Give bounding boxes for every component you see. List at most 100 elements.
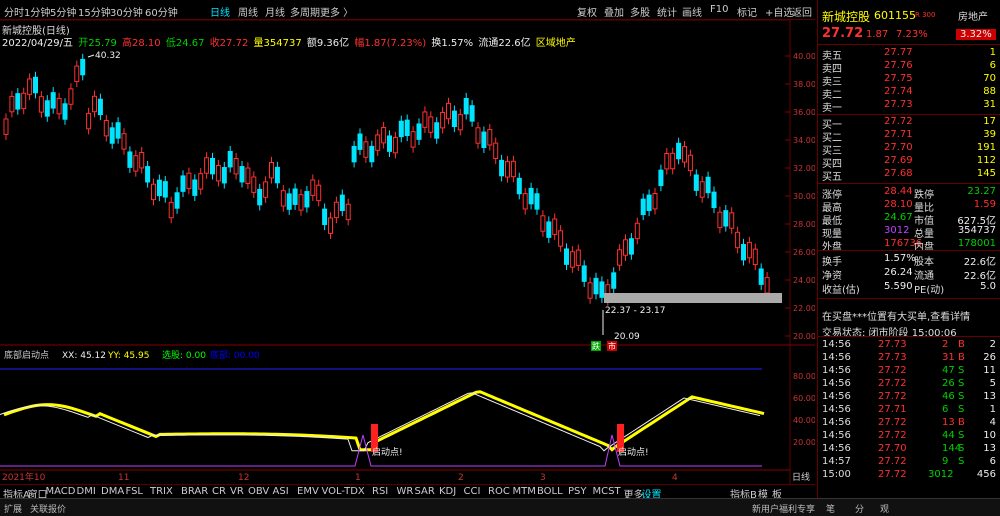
kline-chart[interactable]: 40.00 38.00 36.00 34.00 32.00 30.00 28.00 26.00…	[0, 0, 815, 484]
sell-price: 27.74	[884, 86, 913, 97]
indicator-xx: XX: 45.12	[62, 351, 106, 361]
tick-price: 27.72	[878, 391, 907, 402]
date-label[interactable]: 日线	[792, 471, 810, 483]
candle	[292, 188, 298, 205]
candle	[298, 194, 304, 211]
candle	[151, 183, 156, 201]
tick-price: 27.72	[878, 456, 907, 467]
candle	[587, 282, 593, 299]
candle	[499, 159, 505, 177]
candle	[74, 65, 80, 82]
status-item-1[interactable]: 关联报价	[30, 502, 66, 515]
date-label: 2021年10	[2, 471, 46, 483]
candle	[652, 192, 658, 210]
candle	[699, 181, 705, 198]
indicator-tab-23[interactable]: MCST	[593, 486, 621, 497]
status-bar: 扩展 关联报价 新用户福利专享笔 分 观	[0, 498, 1000, 516]
indicator-tab-15[interactable]: WR	[397, 486, 414, 497]
candle	[434, 122, 440, 139]
separator-5	[818, 298, 1000, 299]
indicator-tab-12[interactable]: EMV	[297, 486, 319, 497]
indicator-tab-3[interactable]: DMI	[77, 486, 96, 497]
indicator-tab-17[interactable]: KDJ	[439, 486, 456, 497]
indicator-tab-20[interactable]: MTM	[513, 486, 536, 497]
date-label: 2	[458, 473, 464, 483]
candle	[156, 179, 162, 197]
last-price: 27.72	[822, 26, 864, 41]
indicator-tab-16[interactable]: SAR	[415, 486, 435, 497]
indicator-tab-2[interactable]: MACD	[46, 486, 76, 497]
candle	[664, 152, 670, 170]
tick-count: 10	[983, 430, 996, 441]
indicator-tab-21[interactable]: BOLL	[537, 486, 563, 497]
candle	[398, 120, 404, 138]
tick-time: 14:56	[822, 339, 851, 350]
high-marker-line	[87, 54, 95, 58]
candle	[446, 102, 451, 120]
tick-volume: 3012	[928, 469, 954, 480]
status-item-3[interactable]: 笔	[826, 502, 835, 515]
signal-label-2: 启动点!	[618, 446, 649, 458]
candle	[670, 152, 676, 170]
candle	[711, 191, 717, 209]
tick-direction: S	[958, 430, 965, 441]
indicator-tab-14[interactable]: RSI	[372, 486, 388, 497]
candle	[339, 194, 345, 212]
stat2-value: 22.6亿	[963, 257, 996, 268]
sell-price: 27.73	[884, 99, 913, 110]
indicator-tab-22[interactable]: PSY	[568, 486, 587, 497]
indicator-tab-4[interactable]: DMA	[101, 486, 124, 497]
indicator-tab-7[interactable]: BRAR	[181, 486, 208, 497]
tick-count: 2	[989, 339, 996, 350]
big-order-notice[interactable]: 在买盘***位置有大买单,查看详情	[822, 308, 970, 323]
candle	[44, 100, 50, 117]
indicator-tab-9[interactable]: VR	[230, 486, 244, 497]
tick-time: 14:56	[822, 443, 851, 454]
buy-price: 27.70	[884, 142, 913, 153]
tick-direction: B	[958, 339, 965, 350]
stock-flag: R 300	[915, 11, 936, 19]
tick-volume: 31	[942, 352, 955, 363]
indicator-tab-8[interactable]: CR	[212, 486, 226, 497]
candle	[274, 166, 280, 184]
stat2-label: 收益(估)	[822, 285, 860, 296]
stat2-value: 26.24	[884, 267, 913, 278]
tick-direction: S	[958, 365, 965, 376]
status-item-0[interactable]: 扩展	[4, 502, 22, 515]
tick-direction: S	[958, 391, 965, 402]
candle	[121, 133, 127, 150]
candle	[233, 158, 239, 175]
sell-label: 卖一	[822, 103, 842, 114]
indicator-tab-18[interactable]: CCI	[464, 486, 481, 497]
candle	[593, 277, 599, 295]
indicator-tab-5[interactable]: FSL	[126, 486, 144, 497]
sell-price: 27.76	[884, 60, 913, 71]
indicator-axis-label: 40.00	[793, 416, 815, 425]
tick-price: 27.72	[878, 430, 907, 441]
candle	[133, 155, 139, 172]
indicator-tab-19[interactable]: ROC	[488, 486, 510, 497]
candle	[617, 249, 623, 266]
candle	[676, 142, 682, 160]
candle	[758, 268, 764, 285]
candle	[198, 173, 204, 190]
tick-count: 456	[976, 469, 996, 480]
candle	[552, 218, 558, 235]
candle	[56, 97, 62, 115]
status-item-2[interactable]: 新用户福利专享	[752, 502, 815, 515]
indicator-tab-6[interactable]: TRIX	[150, 486, 173, 497]
tick-volume: 44	[942, 430, 955, 441]
indicator-tab-13[interactable]: VOL-TDX	[322, 486, 365, 497]
candle	[510, 160, 516, 178]
status-item-5[interactable]: 观	[880, 502, 889, 515]
status-item-4[interactable]: 分	[855, 502, 864, 515]
indicator-tab-10[interactable]: OBV	[248, 486, 269, 497]
sell-volume: 1	[989, 47, 996, 58]
buy-volume: 191	[976, 142, 996, 153]
candle	[263, 181, 269, 198]
tick-volume: 47	[942, 365, 955, 376]
tick-volume: 26	[942, 378, 955, 389]
candle	[251, 176, 257, 193]
indicator-tab-11[interactable]: ASI	[273, 486, 289, 497]
date-label: 4	[672, 473, 678, 483]
